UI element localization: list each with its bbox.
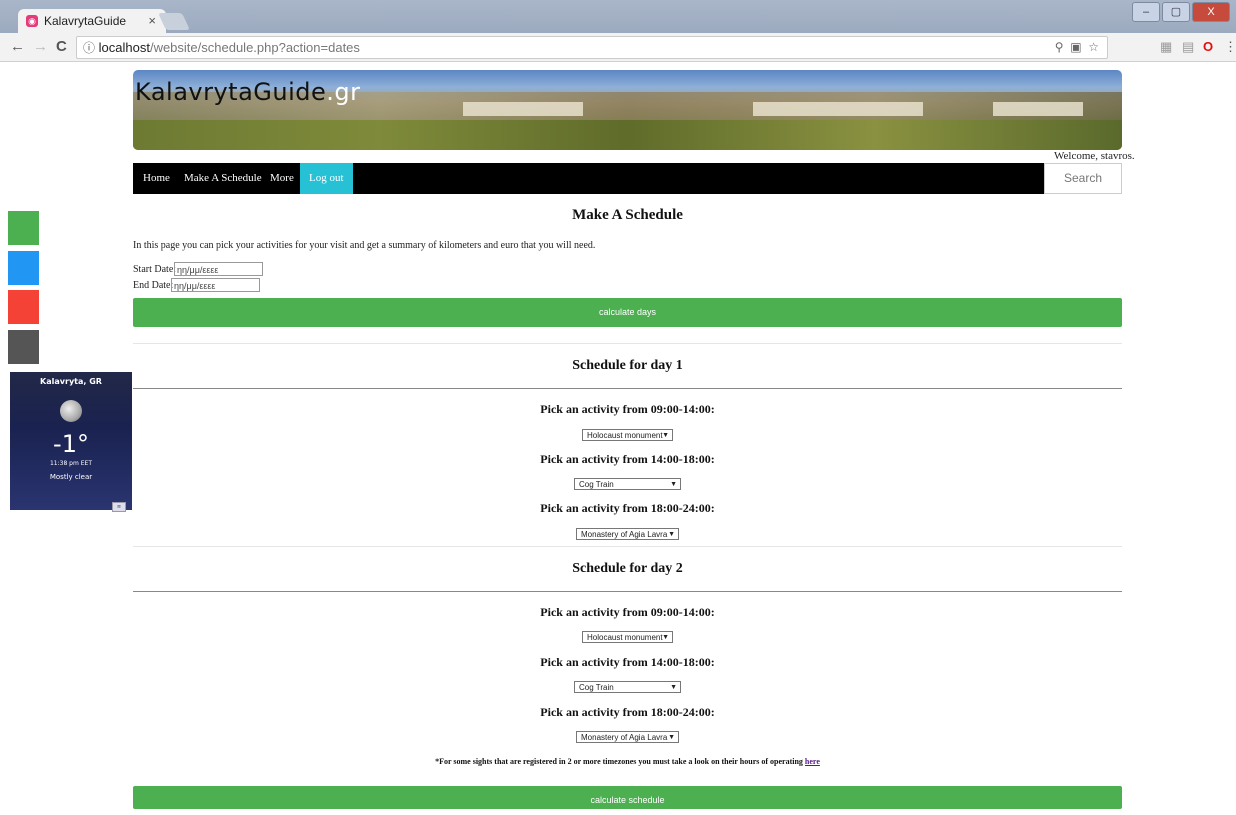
banner-field bbox=[133, 120, 1122, 150]
share-button-red[interactable] bbox=[8, 290, 39, 324]
window-close-button[interactable]: X bbox=[1192, 2, 1230, 22]
site-title-suffix: .gr bbox=[326, 78, 361, 106]
banner-houses bbox=[993, 102, 1083, 116]
extension-icon[interactable]: ▦ bbox=[1160, 39, 1172, 55]
bookmark-star-icon[interactable]: ☆ bbox=[1088, 40, 1099, 54]
day-2-slot-3-label: Pick an activity from 18:00-24:00: bbox=[540, 705, 715, 719]
select-value: Monastery of Agia Lavra bbox=[581, 733, 668, 742]
day-2-slot-2-label: Pick an activity from 14:00-18:00: bbox=[540, 655, 715, 669]
day-1-slot-2-label: Pick an activity from 14:00-18:00: bbox=[540, 452, 715, 466]
site-banner: KalavrytaGuide.gr bbox=[133, 70, 1122, 150]
day-1-slot-1-select[interactable]: Holocaust monument ▼ bbox=[582, 429, 673, 441]
nav-more[interactable]: More bbox=[270, 163, 294, 194]
address-bar-row: ← → C ⓘ localhost/website/schedule.php?a… bbox=[0, 33, 1236, 62]
divider bbox=[133, 343, 1122, 344]
reload-icon[interactable]: C bbox=[56, 38, 67, 55]
day-1-slot-2-select[interactable]: Cog Train ▼ bbox=[574, 478, 681, 490]
note-text: *For some sights that are registered in … bbox=[435, 757, 805, 766]
info-icon[interactable]: ⓘ bbox=[83, 38, 95, 59]
day-2-slot-1-label: Pick an activity from 09:00-14:00: bbox=[540, 605, 715, 619]
dropdown-arrow-icon: ▼ bbox=[670, 481, 677, 488]
url-path: /website/schedule.php?action=dates bbox=[149, 40, 360, 55]
url-host: localhost bbox=[98, 40, 150, 55]
weather-city: Kalavryta, GR bbox=[40, 377, 102, 386]
divider bbox=[133, 388, 1122, 389]
divider bbox=[133, 546, 1122, 547]
select-value: Holocaust monument bbox=[587, 633, 663, 642]
intro-text: In this page you can pick your activitie… bbox=[133, 240, 596, 251]
site-favicon-icon: ◉ bbox=[26, 15, 38, 27]
end-date-label: End Date: bbox=[133, 280, 174, 291]
share-button-green[interactable] bbox=[8, 211, 39, 245]
calculate-schedule-button[interactable]: calculate schedule bbox=[133, 786, 1122, 809]
omnibox-actions: ⚲ ▣ ☆ bbox=[1055, 37, 1099, 58]
select-value: Holocaust monument bbox=[587, 431, 663, 440]
url-input[interactable]: ⓘ localhost/website/schedule.php?action=… bbox=[76, 36, 1108, 59]
weather-widget[interactable]: Kalavryta, GR -1° 11:38 pm EET Mostly cl… bbox=[10, 372, 132, 512]
tab-title: KalavrytaGuide bbox=[44, 14, 127, 28]
browser-tab[interactable]: ◉ KalavrytaGuide × bbox=[18, 9, 166, 33]
weather-condition: Mostly clear bbox=[49, 473, 93, 481]
site-title-main: KalavrytaGuide bbox=[135, 78, 327, 106]
banner-houses bbox=[753, 102, 923, 116]
select-value: Cog Train bbox=[579, 683, 614, 692]
opera-icon[interactable]: O bbox=[1203, 39, 1213, 54]
menu-kebab-icon[interactable]: ⋮ bbox=[1224, 39, 1236, 55]
calculate-days-button[interactable]: calculate days bbox=[133, 298, 1122, 327]
window-controls: – ▢ X bbox=[1132, 2, 1230, 22]
day-2-slot-2-select[interactable]: Cog Train ▼ bbox=[574, 681, 681, 693]
day-2-slot-3-select[interactable]: Monastery of Agia Lavra ▼ bbox=[576, 731, 679, 743]
start-date-label: Start Date: bbox=[133, 264, 177, 275]
dropdown-arrow-icon: ▼ bbox=[670, 684, 677, 691]
dropdown-arrow-icon: ▼ bbox=[668, 531, 675, 538]
dropdown-arrow-icon: ▼ bbox=[668, 734, 675, 741]
moon-icon bbox=[60, 400, 82, 422]
day-2-slot-1-select[interactable]: Holocaust monument ▼ bbox=[582, 631, 673, 643]
share-button-grey[interactable] bbox=[8, 330, 39, 364]
maximize-button[interactable]: ▢ bbox=[1162, 2, 1190, 22]
day-1-title: Schedule for day 1 bbox=[572, 358, 683, 373]
main-navbar: Home Make A Schedule More Log out Search bbox=[133, 163, 1122, 194]
forward-arrow-icon[interactable]: → bbox=[33, 38, 48, 55]
back-arrow-icon[interactable]: ← bbox=[10, 38, 25, 55]
weather-temperature: -1° bbox=[53, 430, 89, 458]
divider bbox=[133, 591, 1122, 592]
day-2-title: Schedule for day 2 bbox=[572, 561, 683, 576]
banner-houses bbox=[463, 102, 583, 116]
day-1-slot-3-label: Pick an activity from 18:00-24:00: bbox=[540, 501, 715, 515]
dropdown-arrow-icon: ▼ bbox=[662, 634, 669, 641]
site-title[interactable]: KalavrytaGuide.gr bbox=[135, 78, 361, 106]
weather-time: 11:38 pm EET bbox=[49, 460, 92, 467]
pdf-extension-icon[interactable]: ▤ bbox=[1182, 39, 1194, 55]
day-1-slot-1-label: Pick an activity from 09:00-14:00: bbox=[540, 402, 715, 416]
minimize-button[interactable]: – bbox=[1132, 2, 1160, 22]
start-date-input[interactable]: ηη/μμ/εεεε bbox=[174, 262, 263, 276]
nav-make-schedule[interactable]: Make A Schedule bbox=[184, 163, 262, 194]
welcome-message: Welcome, stavros. bbox=[1054, 150, 1135, 162]
tab-close-icon[interactable]: × bbox=[148, 13, 156, 28]
browser-tab-strip: ◉ KalavrytaGuide × – ▢ X bbox=[0, 0, 1236, 33]
page-title: Make A Schedule bbox=[572, 207, 683, 223]
nav-home[interactable]: Home bbox=[143, 163, 170, 194]
search-input[interactable]: Search bbox=[1044, 163, 1122, 194]
day-1-slot-3-select[interactable]: Monastery of Agia Lavra ▼ bbox=[576, 528, 679, 540]
end-date-input[interactable]: ηη/μμ/εεεε bbox=[171, 278, 260, 292]
dropdown-arrow-icon: ▼ bbox=[662, 432, 669, 439]
weather-expand-icon[interactable]: ≡ bbox=[112, 502, 126, 512]
translate-icon[interactable]: ▣ bbox=[1070, 40, 1081, 54]
select-value: Monastery of Agia Lavra bbox=[581, 530, 668, 539]
share-button-blue[interactable] bbox=[8, 251, 39, 285]
timezone-note: *For some sights that are registered in … bbox=[133, 757, 1122, 766]
note-link[interactable]: here bbox=[805, 757, 820, 766]
select-value: Cog Train bbox=[579, 480, 614, 489]
nav-logout[interactable]: Log out bbox=[300, 163, 353, 194]
zoom-icon[interactable]: ⚲ bbox=[1055, 40, 1064, 54]
